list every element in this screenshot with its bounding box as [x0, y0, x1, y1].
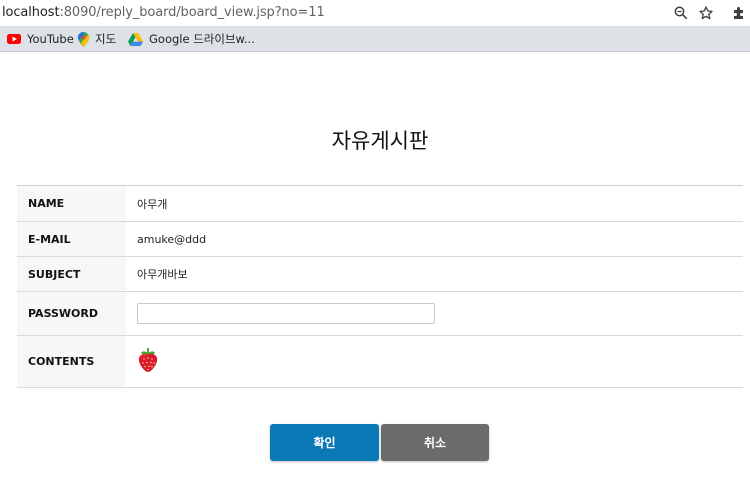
bookmark-maps[interactable]: 지도	[78, 30, 116, 48]
bookmark-youtube[interactable]: YouTube	[7, 30, 74, 48]
password-input[interactable]	[137, 303, 435, 324]
email-label: E-MAIL	[17, 221, 126, 257]
password-label: PASSWORD	[17, 291, 126, 336]
zoom-icon[interactable]	[671, 3, 691, 23]
address-bar[interactable]: localhost:8090/reply_board/board_view.js…	[0, 0, 750, 26]
subject-label: SUBJECT	[17, 256, 126, 292]
contents-value	[126, 335, 743, 388]
password-cell	[126, 291, 743, 336]
url-host: localhost	[2, 5, 60, 20]
extensions-icon[interactable]	[729, 3, 749, 23]
bookmark-label: 지도	[95, 32, 117, 46]
youtube-icon	[7, 34, 21, 44]
table-row: NAME 아무개	[17, 185, 743, 222]
bookmarks-bar: YouTube 지도 Google 드라이브w...	[0, 26, 750, 52]
contents-label: CONTENTS	[17, 335, 126, 388]
confirm-button[interactable]: 확인	[270, 424, 379, 461]
url-path: :8090/reply_board/board_view.jsp?no=11	[59, 5, 325, 20]
table-row: SUBJECT 아무개바보	[17, 256, 743, 292]
star-icon[interactable]	[696, 3, 716, 23]
strawberry-icon	[137, 347, 159, 376]
cancel-button[interactable]: 취소	[381, 424, 489, 461]
bookmark-google-drive[interactable]: Google 드라이브w...	[128, 30, 255, 48]
bookmark-label: YouTube	[27, 32, 74, 46]
name-value: 아무개	[126, 185, 743, 222]
page-title: 자유게시판	[331, 129, 429, 153]
table-row: PASSWORD	[17, 291, 743, 336]
table-row: CONTENTS	[17, 335, 743, 388]
name-label: NAME	[17, 185, 126, 222]
email-value: amuke@ddd	[126, 221, 743, 257]
bookmark-label: Google 드라이브w...	[149, 32, 255, 46]
board-view-table: NAME 아무개 E-MAIL amuke@ddd SUBJECT 아무개바보 …	[17, 185, 743, 388]
table-row: E-MAIL amuke@ddd	[17, 221, 743, 257]
subject-value: 아무개바보	[126, 256, 743, 292]
maps-icon	[78, 31, 89, 47]
drive-icon	[128, 32, 143, 46]
url-text[interactable]: localhost:8090/reply_board/board_view.js…	[2, 5, 325, 20]
